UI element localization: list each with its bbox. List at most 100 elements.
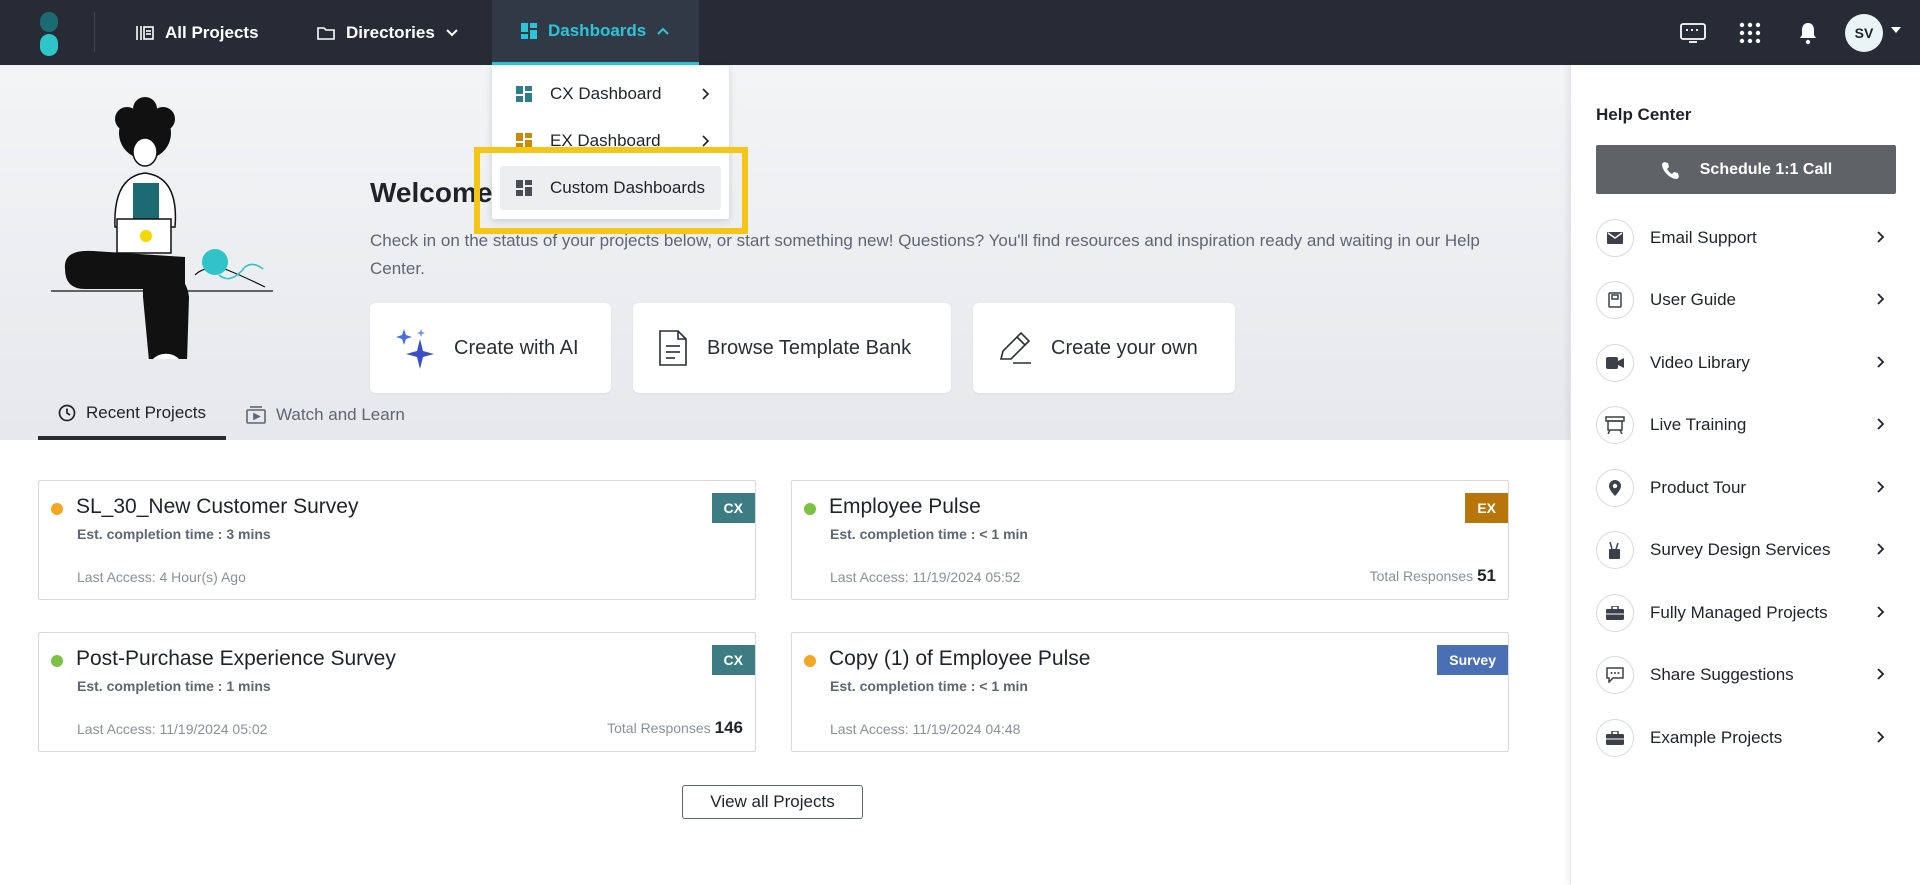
brand-logo[interactable] xyxy=(38,12,60,56)
create-with-ai-label: Create with AI xyxy=(454,336,579,359)
help-item-share-suggestions[interactable]: Share Suggestions xyxy=(1596,655,1896,695)
responses-count: 146 xyxy=(714,718,743,737)
project-type-badge: Survey xyxy=(1437,645,1508,675)
chevron-right-icon xyxy=(1877,731,1885,743)
help-item-label: Email Support xyxy=(1650,228,1757,247)
help-item-fully-managed-projects[interactable]: Fully Managed Projects xyxy=(1596,593,1896,633)
help-item-video-library[interactable]: Video Library xyxy=(1596,343,1896,383)
responses-label: Total Responses xyxy=(607,720,711,736)
project-type-badge: CX xyxy=(711,645,755,675)
help-item-survey-design-services[interactable]: Survey Design Services xyxy=(1596,530,1896,570)
dashboard-icon xyxy=(516,86,532,102)
nav-directories[interactable]: Directories xyxy=(316,0,459,65)
caret-down-icon[interactable] xyxy=(1890,26,1902,34)
project-type-badge: CX xyxy=(711,493,755,523)
create-your-own-label: Create your own xyxy=(1051,336,1198,359)
chevron-right-icon xyxy=(1877,356,1885,368)
book-icon xyxy=(1596,281,1634,319)
chevron-right-icon xyxy=(1877,543,1885,555)
location-pin-icon xyxy=(1596,469,1634,507)
menu-item-cx-dashboard[interactable]: CX Dashboard xyxy=(500,72,721,116)
help-item-label: User Guide xyxy=(1650,290,1736,309)
nav-divider xyxy=(94,12,95,52)
chevron-right-icon xyxy=(1877,481,1885,493)
project-card[interactable]: Copy (1) of Employee Pulse Est. completi… xyxy=(791,632,1509,752)
help-item-user-guide[interactable]: User Guide xyxy=(1596,280,1896,320)
welcome-intro-text: Check in on the status of your projects … xyxy=(370,231,1480,278)
chevron-right-icon xyxy=(1877,231,1885,243)
responses-label: Total Responses xyxy=(1369,568,1474,584)
browse-template-bank-card[interactable]: Browse Template Bank xyxy=(633,303,951,393)
status-dot xyxy=(51,655,63,667)
tab-recent-projects[interactable]: Recent Projects xyxy=(38,390,226,440)
schedule-call-label: Schedule 1:1 Call xyxy=(1699,160,1833,178)
chevron-right-icon xyxy=(702,88,710,100)
schedule-call-button[interactable]: Schedule 1:1 Call xyxy=(1596,145,1896,194)
nav-dashboards[interactable]: Dashboards xyxy=(492,0,699,65)
project-est-time: Est. completion time : 3 mins xyxy=(77,526,271,542)
project-est-time: Est. completion time : < 1 min xyxy=(830,526,1028,542)
project-title[interactable]: Copy (1) of Employee Pulse xyxy=(829,647,1090,671)
nav-all-projects[interactable]: All Projects xyxy=(135,0,259,65)
help-item-product-tour[interactable]: Product Tour xyxy=(1596,468,1896,508)
project-total-responses: Total Responses 146 xyxy=(607,718,743,738)
presentation-icon xyxy=(1596,406,1634,444)
nav-all-projects-label: All Projects xyxy=(165,22,259,42)
folder-icon xyxy=(317,26,335,40)
project-card[interactable]: Employee Pulse Est. completion time : < … xyxy=(791,480,1509,600)
chevron-right-icon xyxy=(1877,293,1885,305)
project-title[interactable]: Employee Pulse xyxy=(829,495,981,519)
project-total-responses: Total Responses 51 xyxy=(1370,566,1496,586)
create-with-ai-card[interactable]: Create with AI xyxy=(370,303,611,393)
apps-grid-icon[interactable] xyxy=(1735,18,1765,48)
sparkle-icon xyxy=(396,329,434,369)
menu-item-label: CX Dashboard xyxy=(550,84,662,103)
phone-icon xyxy=(1661,161,1679,179)
tab-recent-projects-label: Recent Projects xyxy=(86,403,206,422)
document-icon xyxy=(659,330,687,366)
top-nav: All Projects Directories Dashboards SV xyxy=(0,0,1920,65)
help-item-email-support[interactable]: Email Support xyxy=(1596,218,1896,258)
project-est-time: Est. completion time : 1 mins xyxy=(77,678,271,694)
project-tabs: Recent Projects Watch and Learn xyxy=(38,390,425,440)
project-last-access: Last Access: 4 Hour(s) Ago xyxy=(77,569,246,585)
project-last-access: Last Access: 11/19/2024 05:52 xyxy=(830,569,1021,585)
tab-watch-and-learn[interactable]: Watch and Learn xyxy=(226,390,425,440)
nav-directories-label: Directories xyxy=(346,22,435,42)
design-tools-icon xyxy=(1596,531,1634,569)
chevron-right-icon xyxy=(1877,668,1885,680)
clock-icon xyxy=(58,404,76,422)
view-all-projects-button[interactable]: View all Projects xyxy=(682,785,863,819)
project-last-access: Last Access: 11/19/2024 04:48 xyxy=(830,721,1021,737)
status-dot xyxy=(804,655,816,667)
chevron-right-icon xyxy=(1877,418,1885,430)
feedback-icon[interactable] xyxy=(1678,18,1708,48)
chevron-up-icon xyxy=(657,27,669,35)
status-dot xyxy=(804,503,816,515)
project-card[interactable]: Post-Purchase Experience Survey Est. com… xyxy=(38,632,756,752)
help-item-label: Product Tour xyxy=(1650,478,1747,497)
chevron-down-icon xyxy=(446,28,458,36)
help-item-label: Example Projects xyxy=(1650,728,1783,747)
projects-icon xyxy=(136,25,154,40)
help-item-label: Survey Design Services xyxy=(1650,540,1831,559)
project-title[interactable]: SL_30_New Customer Survey xyxy=(76,495,358,519)
project-title[interactable]: Post-Purchase Experience Survey xyxy=(76,647,396,671)
status-dot xyxy=(51,503,63,515)
video-icon xyxy=(1596,344,1634,382)
project-est-time: Est. completion time : < 1 min xyxy=(830,678,1028,694)
user-avatar[interactable]: SV xyxy=(1845,14,1883,52)
help-item-live-training[interactable]: Live Training xyxy=(1596,405,1896,445)
help-center-title: Help Center xyxy=(1596,105,1692,124)
briefcase-icon xyxy=(1596,719,1634,757)
bell-icon[interactable] xyxy=(1793,18,1823,48)
create-your-own-card[interactable]: Create your own xyxy=(973,303,1235,393)
help-item-label: Video Library xyxy=(1650,353,1750,372)
dashboard-icon xyxy=(521,23,537,39)
responses-count: 51 xyxy=(1477,566,1496,585)
help-item-example-projects[interactable]: Example Projects xyxy=(1596,718,1896,758)
browse-template-bank-label: Browse Template Bank xyxy=(707,336,912,359)
project-card[interactable]: SL_30_New Customer Survey Est. completio… xyxy=(38,480,756,600)
tab-watch-and-learn-label: Watch and Learn xyxy=(276,405,405,424)
help-item-label: Fully Managed Projects xyxy=(1650,603,1828,622)
